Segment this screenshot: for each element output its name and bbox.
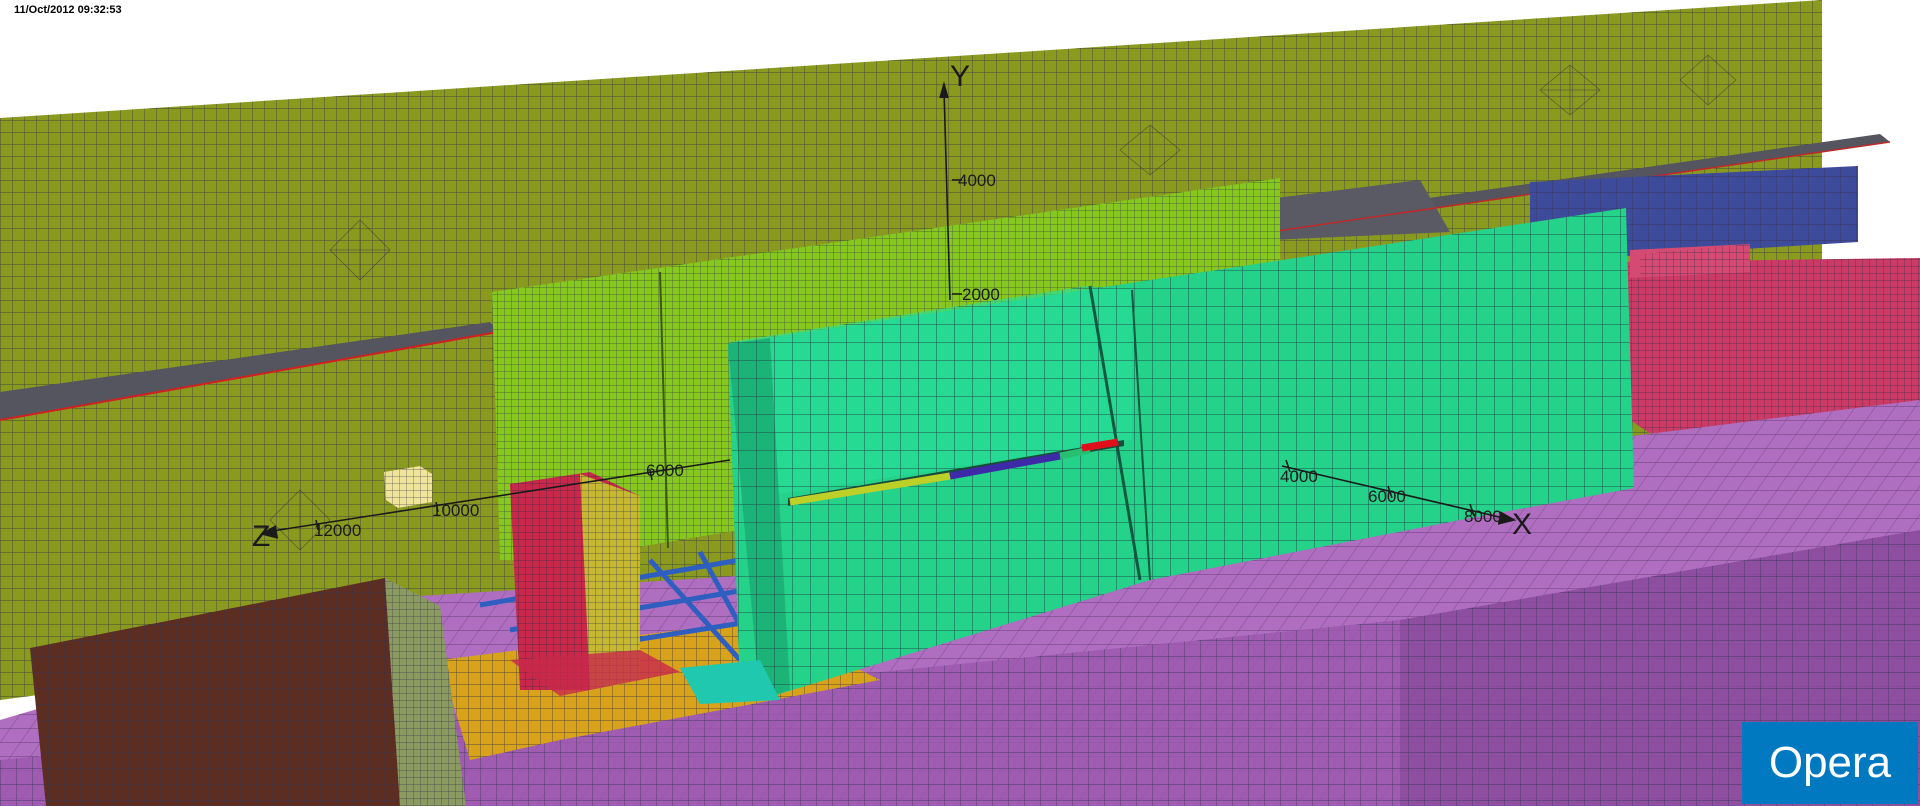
z-axis-label: Z bbox=[252, 520, 270, 553]
z-tick-label: 6000 bbox=[646, 461, 684, 480]
z-tick-label: 10000 bbox=[432, 501, 479, 520]
x-tick-label: 6000 bbox=[1368, 487, 1406, 506]
timestamp: 11/Oct/2012 09:32:53 bbox=[14, 4, 122, 16]
opera-logo: Opera bbox=[1742, 722, 1918, 804]
small-cube bbox=[384, 466, 432, 508]
mesh-viewport[interactable]: Y X Z 4000 2000 4000 6000 8000 12000 100… bbox=[0, 0, 1920, 806]
y-tick-label: 4000 bbox=[958, 171, 996, 190]
x-tick-label: 8000 bbox=[1464, 507, 1502, 526]
z-tick-label: 12000 bbox=[314, 521, 361, 540]
logo-text: Opera bbox=[1768, 738, 1892, 787]
x-tick-label: 4000 bbox=[1280, 467, 1318, 486]
y-axis-label: Y bbox=[950, 60, 970, 93]
y-tick-label: 2000 bbox=[962, 285, 1000, 304]
x-axis-label: X bbox=[1512, 508, 1532, 541]
